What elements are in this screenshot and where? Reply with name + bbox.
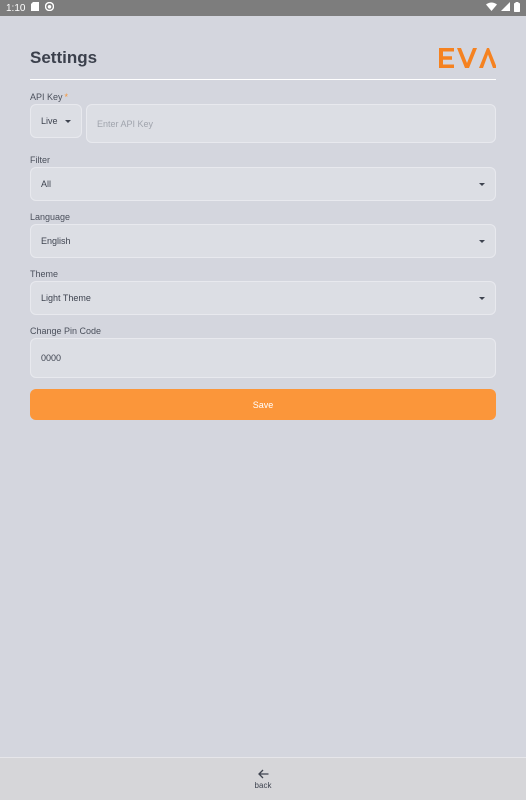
pin-code-input[interactable]: 0000	[30, 338, 496, 378]
bottom-nav: back	[0, 757, 526, 800]
chevron-down-icon	[65, 119, 71, 123]
language-value: English	[41, 236, 71, 246]
battery-icon	[514, 1, 520, 15]
notification-icon	[45, 1, 55, 14]
filter-label: Filter	[30, 155, 50, 165]
filter-select[interactable]: All	[30, 167, 496, 201]
wifi-icon	[486, 2, 497, 14]
status-time: 1:10	[6, 2, 26, 14]
language-select[interactable]: English	[30, 224, 496, 258]
back-label: back	[254, 780, 272, 790]
theme-value: Light Theme	[41, 293, 91, 303]
chevron-down-icon	[479, 296, 485, 300]
required-marker: *	[64, 92, 69, 102]
pin-code-label: Change Pin Code	[30, 326, 102, 336]
chevron-down-icon	[479, 239, 485, 243]
chevron-down-icon	[479, 182, 485, 186]
language-label: Language	[30, 212, 71, 222]
sd-card-icon	[31, 2, 40, 14]
page-title: Settings	[30, 48, 98, 67]
filter-value: All	[41, 179, 52, 189]
api-key-label-text: API Key	[30, 92, 63, 102]
api-key-label: API Key *	[30, 92, 68, 102]
back-button[interactable]: back	[254, 769, 272, 790]
arrow-left-icon	[257, 769, 268, 778]
signal-icon	[501, 2, 510, 14]
settings-header: Settings	[30, 44, 496, 80]
theme-label: Theme	[30, 269, 59, 279]
api-key-input[interactable]: Enter API Key	[86, 104, 496, 143]
pin-code-value: 0000	[41, 353, 62, 363]
status-bar: 1:10	[0, 0, 526, 16]
api-environment-value: Live	[41, 116, 58, 126]
save-button[interactable]: Save	[30, 389, 496, 420]
api-environment-select[interactable]: Live	[30, 104, 82, 138]
theme-select[interactable]: Light Theme	[30, 281, 496, 315]
eva-logo	[439, 48, 496, 68]
api-key-placeholder: Enter API Key	[97, 118, 154, 129]
